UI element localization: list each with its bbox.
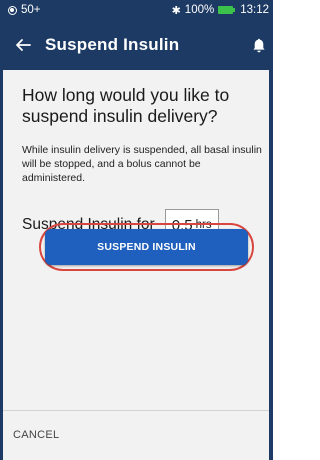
status-bar: 50+ ✱ 100% 13:12 — [3, 0, 269, 20]
cancel-button[interactable]: CANCEL — [13, 429, 59, 441]
suspend-insulin-button[interactable]: SUSPEND INSULIN — [45, 229, 248, 265]
page-title: Suspend Insulin — [45, 35, 180, 54]
app-bar: Suspend Insulin — [3, 20, 269, 70]
bell-icon[interactable] — [249, 33, 269, 57]
arrow-left-icon[interactable] — [11, 33, 35, 57]
status-left: 50+ — [8, 4, 41, 16]
footer: CANCEL — [3, 411, 269, 460]
status-time: 13:12 — [240, 4, 269, 16]
question-heading: How long would you like to suspend insul… — [22, 85, 230, 126]
pod-status-icon — [8, 5, 17, 15]
phone-screen: 50+ ✱ 100% 13:12 Suspend Insulin How lon… — [3, 0, 269, 460]
device-frame: 50+ ✱ 100% 13:12 Suspend Insulin How lon… — [0, 0, 273, 460]
main-content: How long would you like to suspend insul… — [3, 70, 269, 410]
signal-label: 50+ — [21, 4, 41, 16]
suspend-description: While insulin delivery is suspended, all… — [22, 144, 262, 184]
bluetooth-icon: ✱ — [171, 4, 181, 17]
battery-icon — [218, 6, 236, 14]
battery-percent: 100% — [184, 4, 215, 16]
status-right: ✱ 100% 13:12 — [172, 4, 269, 17]
